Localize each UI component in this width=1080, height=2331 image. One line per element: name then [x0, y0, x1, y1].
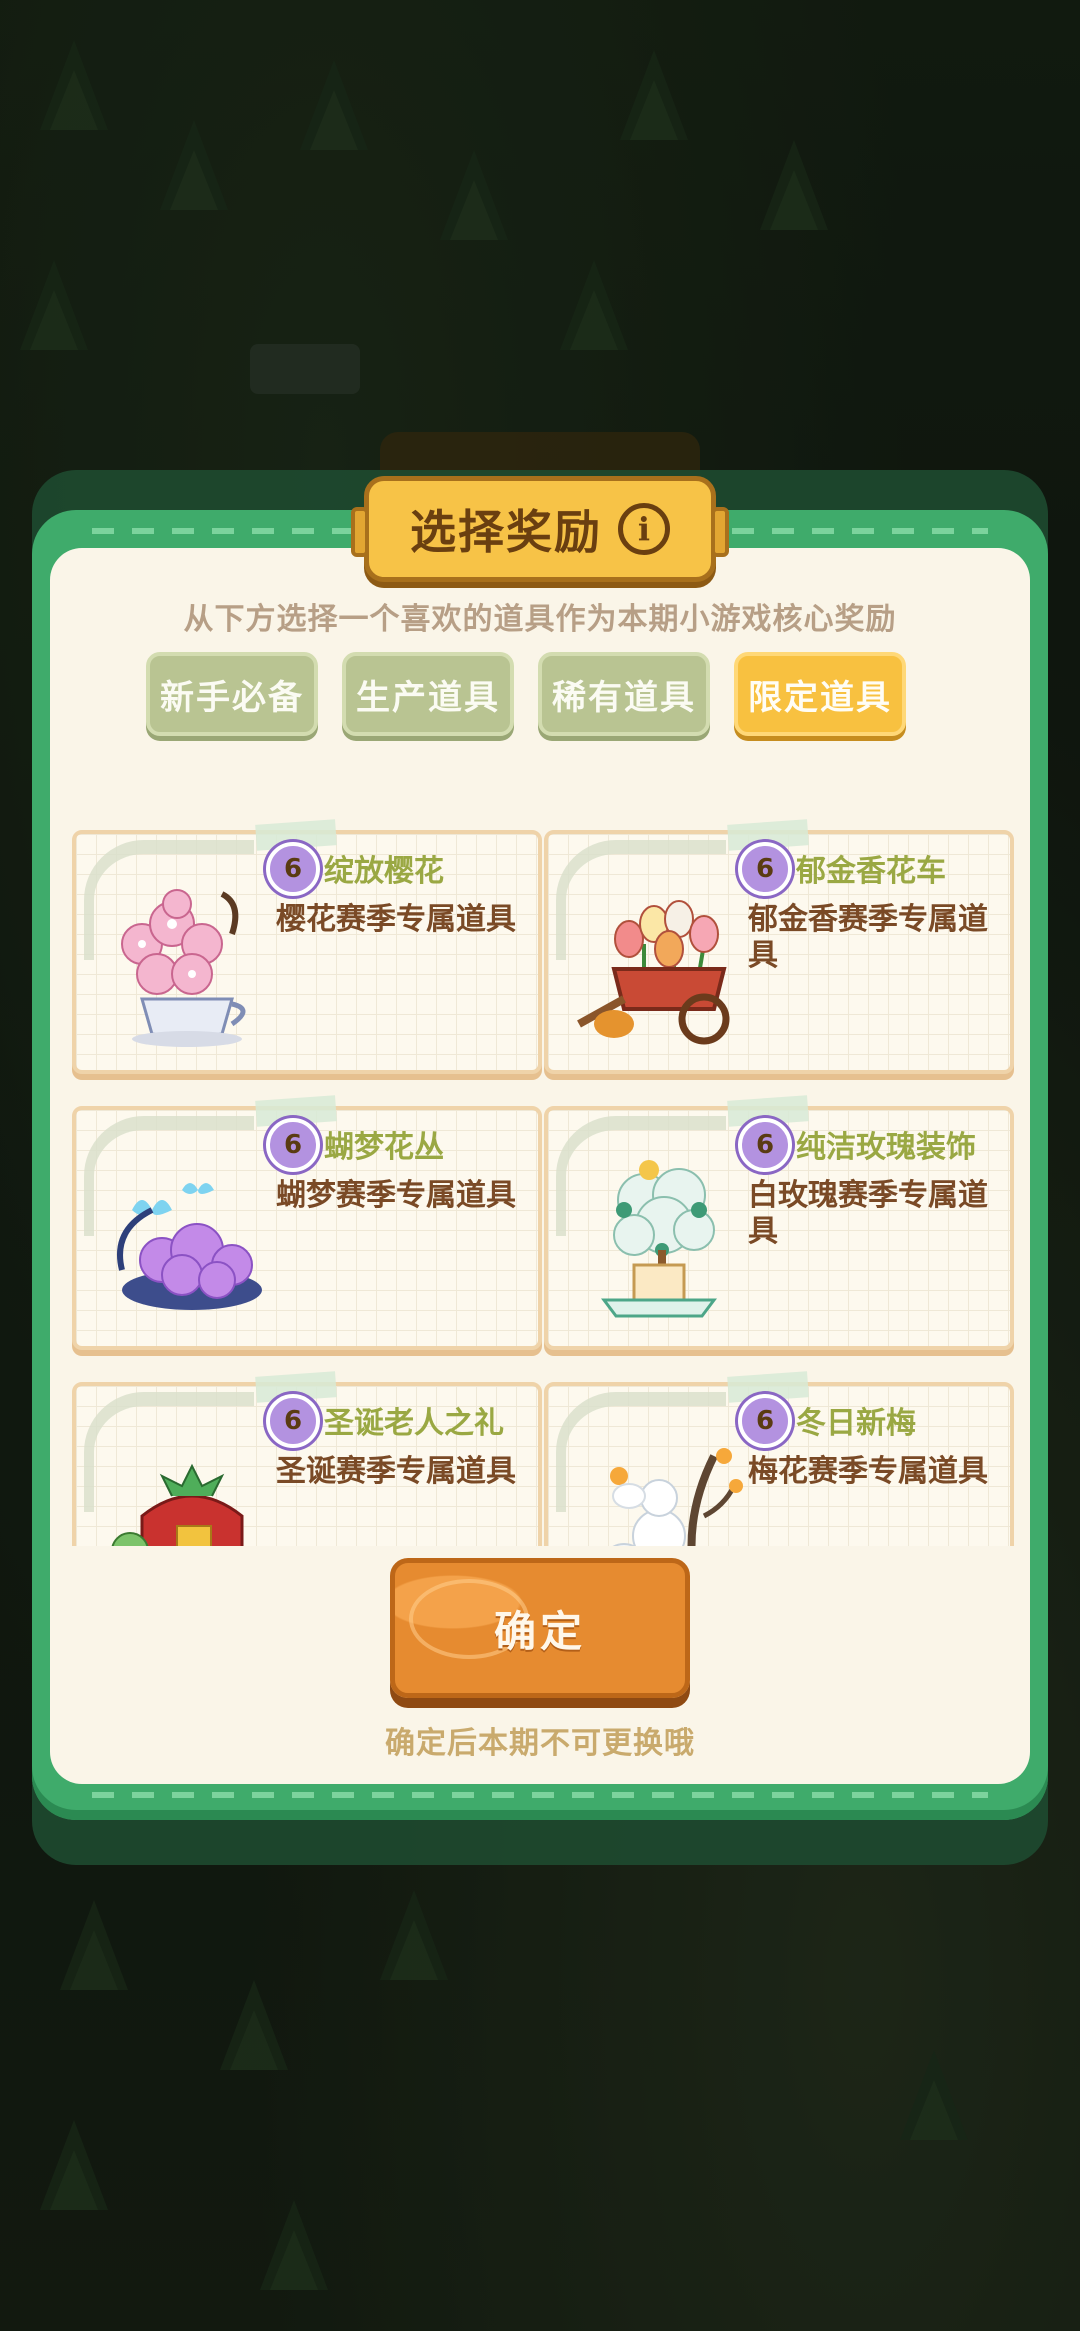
cherry-blossom-teacup-icon [121, 889, 246, 1047]
level-badge: 6 [738, 842, 792, 896]
confirm-notice: 确定后本期不可更换哦 [385, 1726, 695, 1761]
level-badge: 6 [266, 1394, 320, 1448]
level-badge: 6 [738, 1118, 792, 1172]
confirm-button-label: 确定 [493, 1606, 586, 1656]
tulip-cart-icon [577, 900, 730, 1045]
tab-limited[interactable]: 限定道具 [734, 652, 906, 736]
item-card[interactable]: 6 郁金香花车 郁金香赛季专属道具 [544, 819, 1014, 1074]
level-badge: 6 [266, 1118, 320, 1172]
item-description: 樱花赛季专属道具 [276, 902, 516, 937]
level-badge: 6 [266, 842, 320, 896]
white-rose-tree-icon [601, 1160, 717, 1318]
item-grid: 6 绽放樱花 樱花赛季专属道具 6 郁金香花车 郁金香赛季专属道具 6 蝴梦花丛… [62, 810, 1022, 1546]
item-description: 郁金香赛季专属道具 [748, 902, 988, 973]
dialog-title: 选择奖励 [410, 505, 602, 559]
item-card[interactable]: 6 纯洁玫瑰装饰 白玫瑰赛季专属道具 [544, 1095, 1014, 1350]
butterfly-flower-bush-icon [117, 1183, 262, 1310]
info-icon[interactable]: i [618, 503, 670, 555]
item-name: 绽放樱花 [324, 854, 444, 889]
item-card[interactable]: 6 圣诞老人之礼 圣诞赛季专属道具 [72, 1371, 542, 1546]
level-badge: 6 [738, 1394, 792, 1448]
item-description: 圣诞赛季专属道具 [276, 1454, 516, 1489]
item-name: 蝴梦花丛 [324, 1130, 444, 1165]
item-name: 冬日新梅 [796, 1406, 916, 1441]
item-card[interactable]: 6 冬日新梅 梅花赛季专属道具 [544, 1371, 1014, 1546]
tab-production[interactable]: 生产道具 [342, 652, 514, 736]
confirm-button[interactable]: 确定 [390, 1558, 690, 1698]
item-description: 蝴梦赛季专属道具 [276, 1178, 516, 1213]
christmas-gift-sack-icon [111, 1463, 244, 1546]
tab-rare[interactable]: 稀有道具 [538, 652, 710, 736]
item-card[interactable]: 6 绽放樱花 樱花赛季专属道具 [72, 819, 542, 1074]
item-description: 梅花赛季专属道具 [748, 1454, 988, 1489]
item-name: 郁金香花车 [796, 854, 946, 889]
item-description: 白玫瑰赛季专属道具 [748, 1178, 988, 1249]
tab-beginner[interactable]: 新手必备 [146, 652, 318, 736]
item-name: 纯洁玫瑰装饰 [796, 1130, 976, 1165]
title-plaque: 选择奖励 i [351, 476, 729, 582]
winter-plum-snowman-icon [610, 1448, 743, 1546]
item-card[interactable]: 6 蝴梦花丛 蝴梦赛季专属道具 [72, 1095, 542, 1350]
item-name: 圣诞老人之礼 [324, 1406, 504, 1441]
dialog-subtitle: 从下方选择一个喜欢的道具作为本期小游戏核心奖励 [183, 602, 897, 637]
